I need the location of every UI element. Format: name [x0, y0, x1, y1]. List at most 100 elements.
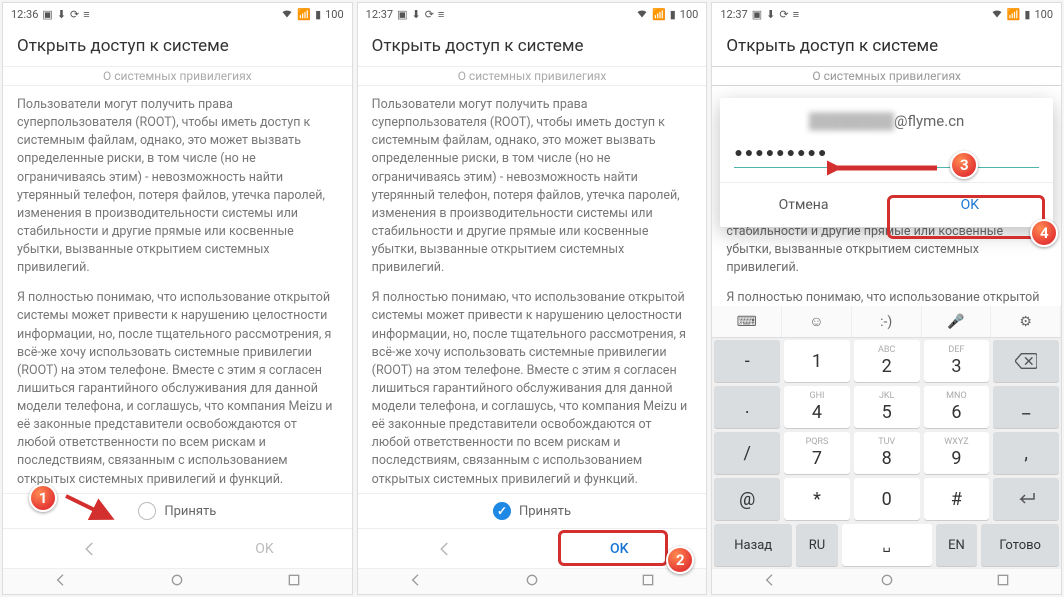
nav-home-icon[interactable]: [879, 572, 895, 592]
kb-key-1[interactable]: 1: [784, 340, 850, 382]
step-badge-1: 1: [29, 484, 57, 512]
gear-icon[interactable]: ⚙: [991, 306, 1061, 337]
kb-key-#[interactable]: #: [924, 478, 990, 520]
kb-key-@[interactable]: @: [714, 478, 780, 520]
system-navbar: [712, 568, 1061, 594]
status-bar: 12:36 ▣ ⬇ ⟳ ≡ 📶 ▮ 100: [3, 3, 352, 25]
back-nav-button[interactable]: [3, 529, 177, 568]
keyboard-switch-icon[interactable]: ⌨: [712, 306, 782, 337]
kb-key-9[interactable]: WXYZ9: [924, 432, 990, 474]
kb-en[interactable]: EN: [936, 524, 978, 566]
password-field[interactable]: ●●●●●●●●●: [734, 140, 1039, 168]
kb-key-*[interactable]: *: [784, 478, 850, 520]
accept-label: Принять: [164, 504, 216, 519]
page-subtitle: О системных привилегиях: [712, 67, 1061, 86]
wifi-icon: [281, 7, 293, 22]
phone-screen-2: 12:37 ▣ ⬇ ⟳ ≡ 📶 ▮ 100 Открыть доступ к с…: [357, 2, 708, 595]
bottom-bar: OK: [3, 528, 352, 568]
login-dialog: ████████@flyme.cn ●●●●●●●●● Отмена OK: [720, 98, 1053, 227]
accept-checkbox-checked[interactable]: [493, 502, 511, 520]
download-icon: ⬇: [57, 8, 66, 21]
battery-pct: 100: [1034, 8, 1053, 21]
nav-home-icon[interactable]: [169, 572, 185, 592]
kb-key-5[interactable]: JKL5: [854, 386, 920, 428]
camera-icon: ▣: [42, 8, 52, 21]
disclaimer-text: Пользователи могут получить права суперп…: [358, 86, 707, 516]
nav-recent-icon[interactable]: [640, 572, 656, 592]
dialog-cancel-button[interactable]: Отмена: [720, 183, 886, 227]
kb-key-,[interactable]: ,: [993, 432, 1059, 474]
mic-icon[interactable]: 🎤: [922, 306, 992, 337]
disclaimer-text: Пользователи могут получить права суперп…: [3, 86, 352, 516]
status-bar: 12:37 ▣ ⬇ ⟳ ≡ 📶 ▮ 100: [712, 3, 1061, 25]
accept-checkbox-unchecked[interactable]: [138, 502, 156, 520]
system-navbar: [3, 568, 352, 594]
menu-icon: ≡: [83, 8, 89, 21]
onscreen-keyboard[interactable]: ⌨ ☺ :-) 🎤 ⚙ -1ABC2DEF3.GHI4JKL5MNO6_ /PQR…: [712, 306, 1061, 568]
kb-space[interactable]: ␣: [842, 524, 932, 566]
keyboard-toolbar: ⌨ ☺ :-) 🎤 ⚙: [712, 306, 1061, 338]
page-title: Открыть доступ к системе: [358, 25, 707, 67]
emoji-icon[interactable]: ☺: [782, 306, 852, 337]
kb-key-3[interactable]: DEF3: [924, 340, 990, 382]
signal-icon: 📶: [297, 8, 311, 21]
wifi-icon: [991, 7, 1003, 22]
nav-home-icon[interactable]: [524, 572, 540, 592]
bluetooth-icon: ⟳: [779, 8, 788, 21]
phone-screen-1: 12:36 ▣ ⬇ ⟳ ≡ 📶 ▮ 100 Открыть доступ к с…: [2, 2, 353, 595]
nav-recent-icon[interactable]: [995, 572, 1011, 592]
camera-icon: ▣: [397, 8, 407, 21]
kb-key-/[interactable]: /: [714, 432, 780, 474]
dialog-ok-button[interactable]: OK: [887, 183, 1053, 227]
nav-back-icon[interactable]: [762, 572, 778, 592]
ok-button-disabled: OK: [177, 529, 351, 568]
battery-icon: ▮: [1024, 8, 1030, 21]
nav-back-icon[interactable]: [53, 572, 69, 592]
page-subtitle: О системных привилегиях: [358, 67, 707, 86]
clock: 12:37: [366, 8, 393, 21]
kb-key-6[interactable]: MNO6: [924, 386, 990, 428]
text-face-icon[interactable]: :-): [852, 306, 922, 337]
page-subtitle: О системных привилегиях: [3, 67, 352, 86]
clock: 12:37: [720, 8, 747, 21]
signal-icon: 📶: [652, 8, 666, 21]
wifi-icon: [636, 7, 648, 22]
accept-row[interactable]: Принять: [358, 493, 707, 528]
kb-back[interactable]: Назад: [714, 524, 792, 566]
kb-done[interactable]: Готово: [981, 524, 1059, 566]
nav-back-icon[interactable]: [408, 572, 424, 592]
kb-key-_[interactable]: _: [993, 386, 1059, 428]
system-navbar: [358, 568, 707, 594]
nav-recent-icon[interactable]: [286, 572, 302, 592]
kb-key-8[interactable]: TUV8: [854, 432, 920, 474]
flyme-account-label: ████████@flyme.cn: [734, 112, 1039, 140]
clock: 12:36: [11, 8, 38, 21]
kb-key-2[interactable]: ABC2: [854, 340, 920, 382]
battery-icon: ▮: [315, 8, 321, 21]
kb-ru[interactable]: RU: [796, 524, 838, 566]
camera-icon: ▣: [752, 8, 762, 21]
download-icon: ⬇: [766, 8, 775, 21]
kb-key-.[interactable]: .: [714, 386, 780, 428]
page-title: Открыть доступ к системе: [3, 25, 352, 67]
battery-pct: 100: [680, 8, 699, 21]
kb-key-0[interactable]: 0: [854, 478, 920, 520]
battery-pct: 100: [325, 8, 344, 21]
kb-return-key[interactable]: [993, 478, 1059, 520]
signal-icon: 📶: [1007, 8, 1021, 21]
kb-key-7[interactable]: PQRS7: [784, 432, 850, 474]
bluetooth-icon: ⟳: [425, 8, 434, 21]
page-title: Открыть доступ к системе: [712, 25, 1061, 67]
kb-key--[interactable]: -: [714, 340, 780, 382]
battery-icon: ▮: [670, 8, 676, 21]
kb-backspace-key[interactable]: [993, 340, 1059, 382]
download-icon: ⬇: [411, 8, 420, 21]
kb-key-4[interactable]: GHI4: [784, 386, 850, 428]
bluetooth-icon: ⟳: [70, 8, 79, 21]
back-nav-button[interactable]: [358, 529, 532, 568]
phone-screen-3: 12:37 ▣ ⬇ ⟳ ≡ 📶 ▮ 100 Открыть доступ к с…: [711, 2, 1062, 595]
accept-label: Принять: [519, 504, 571, 519]
menu-icon: ≡: [438, 8, 444, 21]
menu-icon: ≡: [793, 8, 799, 21]
bottom-bar: OK: [358, 528, 707, 568]
